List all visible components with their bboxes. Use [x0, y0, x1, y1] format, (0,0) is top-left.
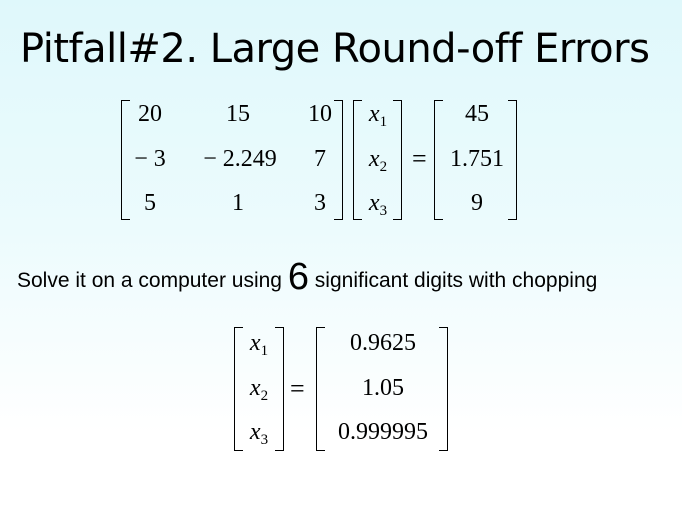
solution-value: 1.05 [362, 375, 404, 401]
matrix-a-cell: 15 [226, 101, 250, 127]
instruction-text: Solve it on a computer using 6 significa… [17, 256, 598, 298]
solution-value: 0.999995 [338, 419, 428, 445]
matrix-a-cell: − 2.249 [203, 146, 277, 172]
matrix-a-cell: 5 [144, 190, 156, 216]
vector-x-entry: x3 [368, 190, 388, 219]
equals-sign: = [290, 374, 305, 403]
vector-b-entry: 45 [465, 101, 489, 127]
matrix-a-cell: 20 [138, 101, 162, 127]
slide-title: Pitfall#2. Large Round-off Errors [20, 26, 650, 72]
solution-value: 0.9625 [350, 330, 416, 356]
digits-count: 6 [287, 256, 309, 298]
matrix-a-cell: 7 [314, 146, 326, 172]
vector-x-entry: x2 [368, 146, 388, 175]
matrix-a-cell: 1 [232, 190, 244, 216]
solution-x-entry: x3 [249, 419, 269, 448]
vector-x-entry: x1 [368, 101, 388, 130]
solution-x-entry: x1 [249, 330, 269, 359]
matrix-a-cell: 10 [308, 101, 332, 127]
matrix-a-cell: − 3 [134, 146, 166, 172]
matrix-a-cell: 3 [314, 190, 326, 216]
vector-b-entry: 1.751 [450, 146, 504, 172]
solution-x-entry: x2 [249, 375, 269, 404]
vector-b-entry: 9 [471, 190, 483, 216]
equals-sign: = [412, 144, 427, 173]
